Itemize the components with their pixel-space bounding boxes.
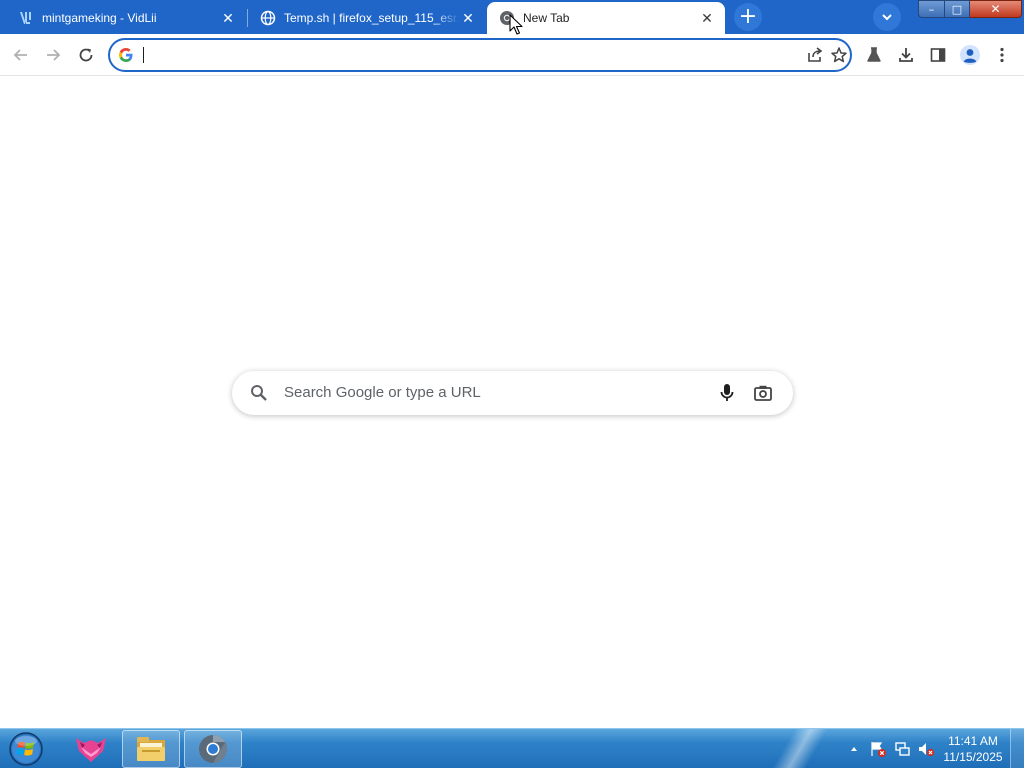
ntp-search-placeholder: Search Google or type a URL <box>284 384 481 401</box>
side-panel-icon <box>930 48 946 62</box>
chevron-down-icon <box>882 14 892 21</box>
tab-vidlii[interactable]: mintgameking - VidLii ✕ <box>6 2 246 34</box>
bookmark-button[interactable] <box>828 44 850 66</box>
bookmark-star-icon <box>831 47 847 63</box>
menu-icon <box>1000 47 1004 63</box>
chevron-up-icon <box>851 747 857 751</box>
plus-icon: + <box>738 4 758 29</box>
voice-search-button[interactable] <box>716 382 738 404</box>
close-icon[interactable]: ✕ <box>220 10 236 26</box>
show-desktop-button[interactable] <box>1010 729 1024 768</box>
labs-flask-icon <box>867 47 881 62</box>
file-explorer-icon <box>137 737 165 761</box>
microphone-icon <box>720 384 734 401</box>
taskbar-clock[interactable]: 11:41 AM 11/15/2025 <box>940 733 1006 765</box>
new-tab-button[interactable]: + <box>734 3 762 31</box>
network-icon <box>895 742 910 756</box>
forward-button[interactable] <box>40 42 66 68</box>
taskbar-chrome[interactable] <box>184 730 242 768</box>
search-icon <box>250 384 268 402</box>
volume-muted-icon <box>919 743 935 757</box>
maximize-icon: □ <box>951 2 963 16</box>
network-button[interactable] <box>892 739 912 759</box>
share-button[interactable] <box>804 44 826 66</box>
ntp-search-box[interactable]: Search Google or type a URL <box>232 371 793 415</box>
action-center-button[interactable] <box>868 739 888 759</box>
browser-window: { "browser": { "tabs": [ {"title": "mint… <box>0 0 1024 768</box>
tab-title: mintgameking - VidLii <box>42 11 157 25</box>
profile-icon <box>960 45 980 65</box>
taskbar-glare <box>770 729 830 768</box>
start-button[interactable] <box>6 730 46 768</box>
maximize-button[interactable]: □ <box>944 0 970 18</box>
flag-alert-icon <box>871 742 886 757</box>
back-button[interactable] <box>8 42 34 68</box>
start-orb-icon <box>9 732 43 766</box>
address-input[interactable] <box>142 44 782 66</box>
side-panel-button[interactable] <box>925 42 951 68</box>
chrome-icon <box>199 735 227 763</box>
camera-icon <box>754 385 772 401</box>
google-icon <box>118 47 134 63</box>
reload-icon <box>79 48 93 62</box>
close-icon[interactable]: ✕ <box>699 10 715 26</box>
image-search-button[interactable] <box>752 382 774 404</box>
reload-button[interactable] <box>73 42 99 68</box>
download-icon <box>899 48 913 62</box>
tab-search-button[interactable] <box>873 3 901 31</box>
menu-button[interactable] <box>989 42 1015 68</box>
taskbar-file-explorer[interactable] <box>122 730 180 768</box>
profile-button[interactable] <box>957 42 983 68</box>
clock-date: 11/15/2025 <box>943 750 1003 764</box>
clock-time: 11:41 AM <box>948 734 998 748</box>
minimize-button[interactable]: – <box>918 0 944 18</box>
new-tab-page: Search Google or type a URL <box>0 77 1024 728</box>
close-icon[interactable]: ✕ <box>460 10 476 26</box>
back-icon <box>13 49 27 61</box>
tab-temp-sh[interactable]: Temp.sh | firefox_setup_115_esr.e ✕ <box>248 2 486 34</box>
taskbar: 11:41 AM 11/15/2025 <box>0 728 1024 768</box>
mouse-cursor-icon <box>509 14 523 35</box>
share-icon <box>808 47 823 62</box>
window-close-button[interactable]: ✕ <box>970 0 1022 18</box>
close-icon: ✕ <box>990 2 1001 16</box>
system-tray <box>844 729 940 768</box>
text-caret <box>143 47 144 63</box>
taskbar-fox-app[interactable] <box>62 730 120 768</box>
volume-button[interactable] <box>916 739 936 759</box>
globe-icon <box>260 10 276 26</box>
window-controls: – □ ✕ <box>918 0 1024 18</box>
tab-title: Temp.sh | firefox_setup_115_esr.e <box>284 11 460 25</box>
labs-button[interactable] <box>861 42 887 68</box>
browser-toolbar <box>0 34 1024 76</box>
vidlii-icon <box>18 10 34 26</box>
minimize-icon: – <box>928 2 935 16</box>
forward-icon <box>47 49 61 61</box>
tray-expand-button[interactable] <box>844 739 864 759</box>
address-bar[interactable] <box>108 38 852 72</box>
tab-title: New Tab <box>523 11 570 25</box>
downloads-button[interactable] <box>893 42 919 68</box>
app-fox-icon <box>76 738 106 762</box>
